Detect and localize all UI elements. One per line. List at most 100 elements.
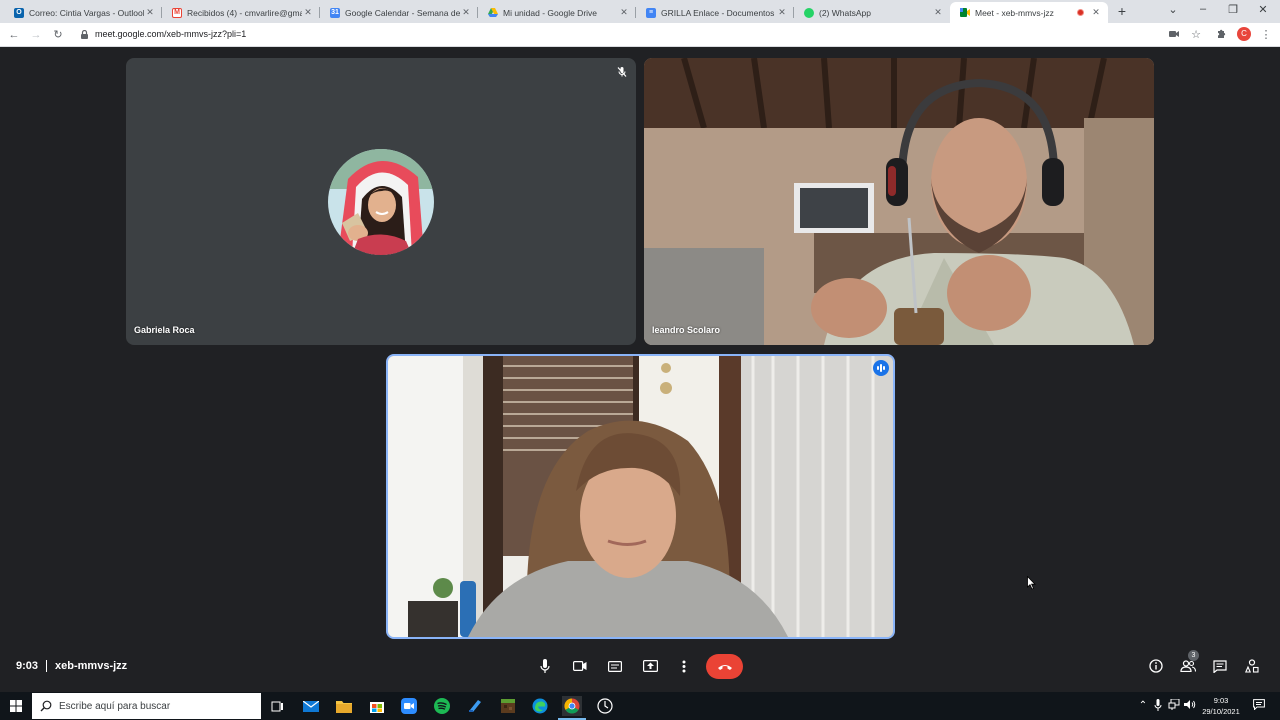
participant-avatar xyxy=(328,149,434,255)
docs-icon: ≡ xyxy=(646,7,656,18)
info-icon xyxy=(1149,659,1163,673)
chat-button[interactable] xyxy=(1210,656,1230,676)
app-launcher-icon[interactable] xyxy=(465,696,485,716)
close-tab-icon[interactable]: ✕ xyxy=(302,7,314,18)
speaking-indicator-icon xyxy=(873,360,889,376)
end-call-button[interactable] xyxy=(706,654,743,679)
browser-menu-icon[interactable]: ⋮ xyxy=(1258,27,1274,43)
back-icon[interactable]: ← xyxy=(6,27,22,43)
meeting-time: 9:03 xyxy=(16,660,39,672)
minimize-button[interactable]: – xyxy=(1194,3,1212,15)
close-tab-icon[interactable]: ✕ xyxy=(144,7,156,18)
present-screen-button[interactable] xyxy=(639,655,661,677)
close-tab-icon[interactable]: ✕ xyxy=(932,7,944,18)
microphone-muted-icon xyxy=(617,67,627,77)
tab-drive[interactable]: Mi unidad - Google Drive ✕ xyxy=(478,2,636,23)
microphone-icon xyxy=(540,659,550,673)
participant-name: leandro Scolaro xyxy=(652,325,721,335)
tab-calendar[interactable]: 31 Google Calendar - Semana del 2 ✕ xyxy=(320,2,478,23)
participant-tile-gabriela[interactable]: Gabriela Roca xyxy=(126,58,636,345)
tab-whatsapp[interactable]: (2) WhatsApp ✕ xyxy=(794,2,950,23)
meeting-details: 9:03 xeb-mmvs-jzz xyxy=(16,660,127,672)
spotify-icon[interactable] xyxy=(432,696,452,716)
microphone-button[interactable] xyxy=(534,655,556,677)
closed-captions-icon xyxy=(608,660,622,672)
whatsapp-icon xyxy=(804,7,814,18)
participant-tile-leandro[interactable]: leandro Scolaro xyxy=(644,58,1154,345)
network-icon[interactable] xyxy=(1167,698,1181,713)
outlook-icon: O xyxy=(14,7,24,18)
participant-video xyxy=(644,58,1154,345)
file-explorer-icon[interactable] xyxy=(334,696,354,716)
task-view-icon[interactable] xyxy=(267,696,287,716)
tab-gmail[interactable]: M Recibidos (4) - cmvarlire@gmail ✕ xyxy=(162,2,320,23)
reload-icon[interactable]: ↻ xyxy=(50,27,66,43)
mail-app-icon[interactable] xyxy=(301,696,321,716)
tab-title: GRILLA Enlace - Documentos de xyxy=(661,7,776,18)
chrome-browser-icon[interactable] xyxy=(558,696,586,720)
tab-title: Correo: Cintia Vargas - Outlook xyxy=(29,7,144,18)
start-button[interactable] xyxy=(0,692,32,720)
system-clock[interactable]: 9:03 29/10/2021 xyxy=(1200,695,1242,717)
calendar-icon: 31 xyxy=(330,7,340,18)
more-options-button[interactable] xyxy=(673,655,695,677)
tab-meet[interactable]: Meet - xeb-mmvs-jzz ✕ xyxy=(950,2,1108,23)
gmail-icon: M xyxy=(172,7,182,18)
tab-title: Meet - xeb-mmvs-jzz xyxy=(975,7,1054,18)
browser-tab-strip: O Correo: Cintia Vargas - Outlook ✕ M Re… xyxy=(0,0,1280,23)
tray-chevron-icon[interactable]: ⌃ xyxy=(1136,699,1150,713)
new-tab-button[interactable]: + xyxy=(1115,4,1129,18)
activities-shapes-icon xyxy=(1245,659,1259,673)
search-icon xyxy=(40,700,52,712)
captions-button[interactable] xyxy=(604,655,626,677)
tab-docs[interactable]: ≡ GRILLA Enlace - Documentos de ✕ xyxy=(636,2,794,23)
windows-logo-icon xyxy=(10,700,22,712)
people-icon xyxy=(1180,660,1196,672)
camera-button[interactable] xyxy=(569,655,591,677)
participant-tile-speaker[interactable] xyxy=(386,354,895,639)
camera-in-use-icon[interactable] xyxy=(1166,27,1182,43)
recording-indicator-icon xyxy=(1077,9,1084,16)
drive-icon xyxy=(488,8,498,18)
volume-icon[interactable] xyxy=(1183,699,1197,713)
microsoft-store-icon[interactable] xyxy=(367,696,387,716)
tray-microphone-icon[interactable] xyxy=(1151,699,1165,713)
tab-title: (2) WhatsApp xyxy=(819,7,871,18)
tab-outlook[interactable]: O Correo: Cintia Vargas - Outlook ✕ xyxy=(4,2,162,23)
participant-name: Gabriela Roca xyxy=(134,325,195,335)
mouse-cursor-icon xyxy=(1027,576,1036,590)
windows-taskbar: Escribe aquí para buscar ⌃ 9:03 29/10/20… xyxy=(0,692,1280,720)
forward-icon[interactable]: → xyxy=(28,27,44,43)
restore-button[interactable]: ❐ xyxy=(1224,3,1242,16)
close-tab-icon[interactable]: ✕ xyxy=(618,7,630,18)
participant-video xyxy=(388,356,893,637)
close-window-button[interactable]: ✕ xyxy=(1254,3,1272,16)
video-camera-icon xyxy=(573,661,587,671)
close-tab-icon[interactable]: ✕ xyxy=(1090,7,1102,18)
notifications-icon[interactable] xyxy=(1252,699,1266,713)
tab-search-icon[interactable]: ⌄ xyxy=(1164,3,1182,16)
zoom-app-icon[interactable] xyxy=(399,696,419,716)
participant-count-badge: 3 xyxy=(1188,650,1199,661)
present-screen-icon xyxy=(642,660,658,672)
more-vertical-icon xyxy=(682,660,686,672)
clock-time: 9:03 xyxy=(1213,696,1229,705)
activities-button[interactable] xyxy=(1242,656,1262,676)
url-text: meet.google.com/xeb-mmvs-jzz?pli=1 xyxy=(95,29,247,39)
chat-icon xyxy=(1213,659,1227,673)
meet-icon xyxy=(960,8,970,18)
participants-button[interactable]: 3 xyxy=(1178,650,1199,676)
edge-browser-icon[interactable] xyxy=(530,696,550,716)
clock-app-icon[interactable] xyxy=(595,696,615,716)
close-tab-icon[interactable]: ✕ xyxy=(776,7,788,18)
address-bar[interactable]: meet.google.com/xeb-mmvs-jzz?pli=1 xyxy=(74,25,1168,45)
extensions-icon[interactable] xyxy=(1214,27,1230,43)
taskbar-search-box[interactable]: Escribe aquí para buscar xyxy=(32,693,261,719)
meeting-info-button[interactable] xyxy=(1146,656,1166,676)
minecraft-icon[interactable] xyxy=(498,696,518,716)
profile-avatar[interactable]: C xyxy=(1237,27,1251,41)
close-tab-icon[interactable]: ✕ xyxy=(460,7,472,18)
bookmark-star-icon[interactable]: ☆ xyxy=(1188,27,1204,43)
hang-up-icon xyxy=(717,664,732,670)
lock-icon xyxy=(81,30,88,39)
